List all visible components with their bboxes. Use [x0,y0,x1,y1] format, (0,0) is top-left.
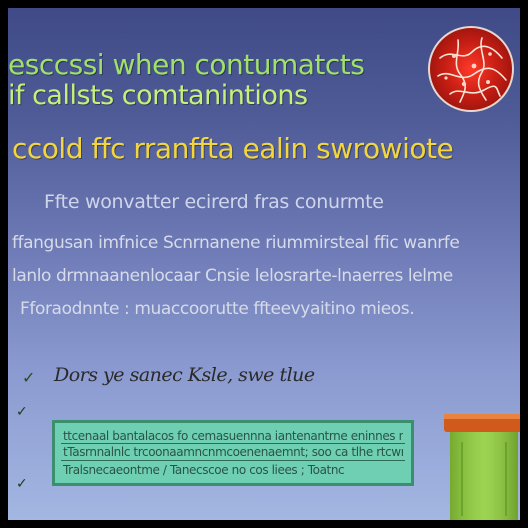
slide-canvas: esccssi when contumatcts if callsts comt… [8,8,520,520]
note-box-line-3: Tralsnecaeontme / Tanecscoe no cos liees… [63,463,345,477]
note-box-divider [61,460,405,461]
container-icon [444,408,520,520]
tick-icon: ✓ [16,476,28,492]
note-box-divider [61,443,405,444]
headline-line-1: esccssi when contumatcts [8,48,365,81]
tick-icon: ✓ [16,404,28,420]
headline-line-3: ccold ffc rranffta ealin swrowiote [12,132,454,165]
handwritten-note: Dors ye sanec Ksle, swe tlue [54,364,315,386]
paragraph-line-2: lanlo drmnaanenlocaar Cnsie lelosrarte-l… [12,266,453,286]
paragraph-line-1: ffangusan imfnice Scnrnanene riummirstea… [12,233,460,253]
note-box-line-1: ttcenaal bantalacos fo cemasuennna iante… [63,429,403,443]
note-box-line-2: tTasrnnalnlc trcoonaamncnmcoenenaemnt; s… [63,445,403,459]
headline-line-2: if callsts comtanintions [8,80,308,111]
paragraph-line-3: Fforaodnnte : muaccoorutte ffteevyaitino… [20,299,415,319]
red-cell-icon [428,26,514,112]
subheading: Ffte wonvatter ecirerd fras conurmte [44,191,384,213]
note-box: ttcenaal bantalacos fo cemasuennna iante… [52,420,414,486]
check-icon: ✓ [22,368,36,387]
